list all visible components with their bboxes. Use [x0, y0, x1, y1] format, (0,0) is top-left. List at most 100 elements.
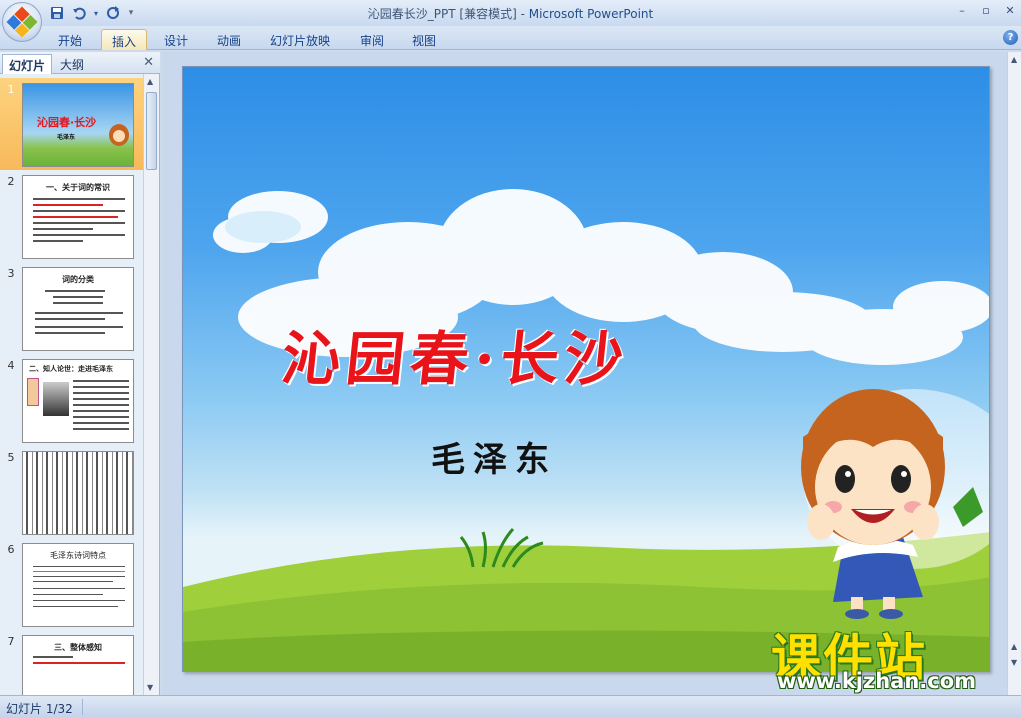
app-name: Microsoft PowerPoint: [528, 7, 654, 21]
title-bar: ▾ ▾ 沁园春长沙_PPT [兼容模式] - Microsoft PowerPo…: [0, 0, 1021, 42]
preview-title: 毛泽东诗词特点: [50, 551, 106, 560]
preview-line: [73, 428, 129, 430]
help-icon[interactable]: ?: [1003, 30, 1018, 45]
preview-line: [73, 422, 129, 424]
slide-preview: 三、整体感知: [22, 635, 134, 695]
preview-line: [33, 576, 125, 577]
window-controls: – ▫ ✕: [955, 3, 1017, 17]
close-icon[interactable]: ✕: [143, 55, 154, 70]
editor-scrollbar[interactable]: ▲ ▲ ▼: [1007, 52, 1021, 695]
preview-line: [33, 204, 103, 206]
slide-preview: 词的分类: [22, 267, 134, 351]
ribbon-tabs: 开始 插入 设计 动画 幻灯片放映 审阅 视图 ?: [0, 26, 1021, 50]
preview-line: [33, 662, 125, 664]
slide-number: 6: [7, 543, 15, 556]
tab-insert[interactable]: 插入: [101, 29, 148, 50]
slide-thumbnail-3[interactable]: 3 词的分类: [0, 262, 143, 354]
prev-slide-icon[interactable]: ▲: [1011, 642, 1017, 651]
restore-icon[interactable]: ▫: [979, 3, 993, 17]
preview-line: [33, 566, 125, 567]
scrollbar-thumb[interactable]: [146, 92, 157, 170]
preview-line: [33, 571, 125, 572]
scroll-up-icon[interactable]: ▲: [1011, 55, 1017, 64]
slide-thumbnail-2[interactable]: 2 一、关于词的常识: [0, 170, 143, 262]
preview-line: [35, 332, 105, 334]
slide-thumbnail-1[interactable]: 1 沁园春·长沙 毛泽东: [0, 78, 143, 170]
slide-number: 3: [7, 267, 15, 280]
office-button[interactable]: [2, 2, 42, 42]
preview-line: [33, 656, 73, 658]
preview-title: 一、关于词的常识: [46, 183, 110, 192]
slide-thumbnail-4[interactable]: 4 二、知人论世：走进毛泽东: [0, 354, 143, 446]
preview-line: [33, 216, 118, 218]
tab-slides[interactable]: 幻灯片: [2, 54, 53, 74]
preview-line: [73, 386, 129, 388]
preview-line: [35, 326, 123, 328]
preview-title: 词的分类: [62, 275, 94, 284]
close-icon[interactable]: ✕: [1003, 3, 1017, 17]
preview-line: [73, 398, 129, 400]
pane-tabs: 幻灯片 大纲 ✕: [0, 52, 160, 74]
slide-author[interactable]: 毛泽东: [431, 432, 557, 481]
thumbnails-scrollbar[interactable]: ▲ ▼: [143, 74, 159, 695]
tab-slideshow[interactable]: 幻灯片放映: [260, 29, 340, 50]
tab-outline[interactable]: 大纲: [54, 54, 90, 74]
slide-preview: 一、关于词的常识: [22, 175, 134, 259]
slide-number: 4: [7, 359, 15, 372]
preview-line: [35, 312, 123, 314]
preview-caption-box: [27, 378, 39, 406]
preview-line: [33, 228, 93, 230]
slide-preview-calligraphy: [22, 451, 134, 535]
slide-thumbnail-7[interactable]: 7 三、整体感知: [0, 630, 143, 695]
slide-preview: 二、知人论世：走进毛泽东: [22, 359, 134, 443]
preview-line: [73, 410, 129, 412]
preview-line: [73, 392, 129, 394]
slide-title[interactable]: 沁园春·长沙: [279, 312, 634, 396]
slide-number: 2: [7, 175, 15, 188]
slide-number: 1: [7, 83, 15, 96]
preview-line: [33, 588, 125, 589]
preview-line: [53, 296, 103, 298]
slide-preview: 毛泽东诗词特点: [22, 543, 134, 627]
tab-view[interactable]: 视图: [402, 29, 446, 50]
window-title: 沁园春长沙_PPT [兼容模式] - Microsoft PowerPoint: [0, 5, 1021, 22]
preview-line: [73, 416, 129, 418]
document-title: 沁园春长沙_PPT [兼容模式]: [367, 7, 517, 21]
preview-line: [33, 606, 118, 607]
slide-thumbnail-6[interactable]: 6 毛泽东诗词特点: [0, 538, 143, 630]
preview-line: [33, 240, 83, 242]
minimize-icon[interactable]: –: [955, 3, 969, 17]
slides-pane: 幻灯片 大纲 ✕ 1 沁园春·长沙 毛泽东 2 一、关于词的常识 3 词的分类 …: [0, 52, 160, 695]
scroll-down-icon[interactable]: ▼: [147, 683, 153, 692]
slide-number: 7: [7, 635, 15, 648]
preview-line: [33, 594, 103, 595]
preview-line: [35, 318, 105, 320]
tab-animation[interactable]: 动画: [207, 29, 251, 50]
slide-canvas[interactable]: 沁园春·长沙 毛泽东: [182, 66, 990, 672]
preview-title: 二、知人论世：走进毛泽东: [29, 365, 113, 373]
preview-line: [33, 581, 113, 582]
watermark-url: www.kjzhan.com: [777, 669, 977, 693]
preview-face: [113, 130, 125, 142]
slide-number: 5: [7, 451, 15, 464]
tab-review[interactable]: 审阅: [350, 29, 394, 50]
preview-line: [73, 404, 129, 406]
tab-home[interactable]: 开始: [48, 29, 92, 50]
slide-thumbnails: 1 沁园春·长沙 毛泽东 2 一、关于词的常识 3 词的分类 4 二、知人论世：…: [0, 74, 143, 695]
preview-line: [33, 198, 125, 200]
preview-line: [45, 290, 105, 292]
preview-line: [33, 222, 125, 224]
preview-author: 毛泽东: [57, 134, 76, 141]
powerpoint-window: ▾ ▾ 沁园春长沙_PPT [兼容模式] - Microsoft PowerPo…: [0, 0, 1021, 718]
office-logo-icon: [6, 6, 38, 38]
next-slide-icon[interactable]: ▼: [1011, 658, 1017, 667]
preview-line: [73, 380, 129, 382]
slide-thumbnail-5[interactable]: 5: [0, 446, 143, 538]
preview-title: 沁园春·长沙: [37, 116, 97, 129]
tab-design[interactable]: 设计: [154, 29, 198, 50]
preview-portrait: [43, 382, 69, 416]
slide-preview: 沁园春·长沙 毛泽东: [22, 83, 134, 167]
preview-title: 三、整体感知: [54, 643, 102, 652]
scroll-up-icon[interactable]: ▲: [147, 77, 153, 86]
preview-line: [53, 302, 103, 304]
